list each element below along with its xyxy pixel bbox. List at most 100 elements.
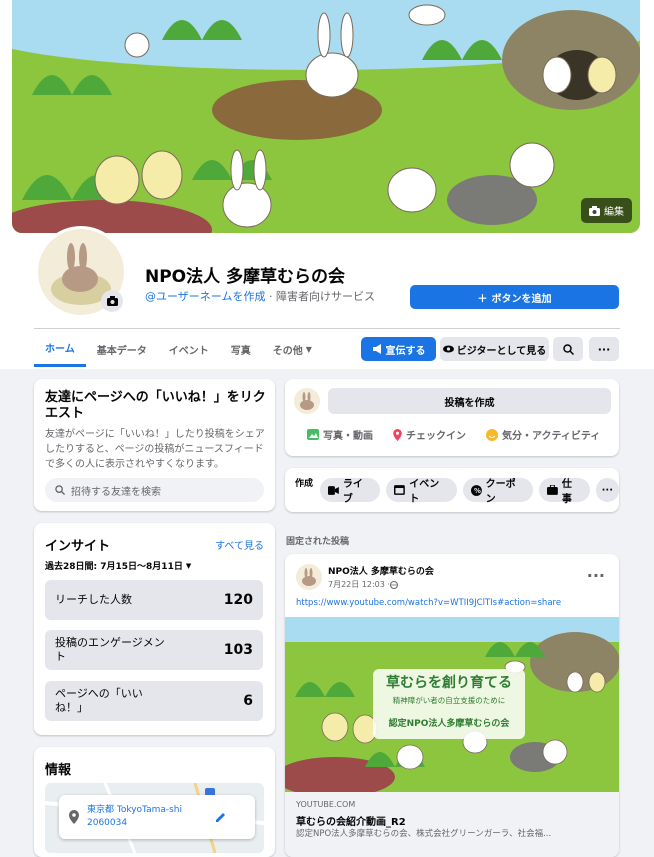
promote-label: 宣伝する bbox=[385, 345, 426, 357]
camera-icon bbox=[589, 205, 600, 216]
caret-down-icon: ▼ bbox=[185, 561, 192, 570]
cover-photo[interactable]: 編集 bbox=[12, 0, 640, 233]
video-thumbnail[interactable]: 草むらを創り育てる 精神障がい者の自立支援のために 認定NPO法人多摩草むらの会 bbox=[285, 617, 619, 792]
tab-more[interactable]: その他 ▼ bbox=[262, 331, 323, 367]
link-preview[interactable]: YOUTUBE.COM 草むらの会紹介動画_R2 認定NPO法人多摩草むらの会、… bbox=[285, 792, 619, 857]
briefcase-icon bbox=[547, 485, 558, 495]
post-timestamp[interactable]: 7月22日 12:03 · bbox=[328, 579, 390, 590]
location-pin-icon bbox=[69, 810, 79, 824]
address-text[interactable]: 東京都 TokyoTama-shi 2060034 bbox=[87, 804, 207, 830]
edit-cover-button[interactable]: 編集 bbox=[581, 198, 632, 223]
create-chips: ライブ イベント % クーポン 仕事 ··· bbox=[320, 478, 619, 505]
calendar-icon bbox=[394, 485, 406, 495]
more-create-chip[interactable]: ··· bbox=[595, 478, 619, 502]
page-title: NPO法人 多摩草むらの会 bbox=[145, 267, 346, 287]
create-bar-label: 作成 bbox=[295, 479, 314, 489]
location-pin-icon bbox=[393, 428, 402, 441]
stat-reach[interactable]: リーチした人数 120 bbox=[45, 580, 263, 620]
create-post-button[interactable]: 投稿を作成 bbox=[328, 388, 611, 414]
insights-card: インサイト すべて見る 過去28日間: 7月15日～8月11日 ▼ リーチした人数… bbox=[34, 523, 275, 735]
job-chip[interactable]: 仕事 bbox=[539, 478, 590, 505]
more-options-button[interactable]: ··· bbox=[589, 337, 619, 361]
add-button[interactable]: ＋ ボタンを追加 bbox=[410, 285, 619, 309]
camera-icon bbox=[106, 296, 118, 306]
chip-label: 仕事 bbox=[561, 479, 572, 505]
search-icon bbox=[55, 485, 65, 495]
photo-video-button[interactable]: 写真・動画 bbox=[307, 427, 373, 442]
tab-label: イベント bbox=[168, 345, 209, 357]
map[interactable]: 東京都 TokyoTama-shi 2060034 bbox=[45, 783, 264, 853]
video-title: 草むらを創り育てる bbox=[386, 675, 512, 691]
stat-value: 6 bbox=[243, 693, 253, 709]
post-link[interactable]: https://www.youtube.com/watch?v=WTII9JCl… bbox=[296, 598, 614, 608]
photo-video-label: 写真・動画 bbox=[323, 431, 373, 442]
svg-text:%: % bbox=[474, 486, 481, 494]
stat-likes[interactable]: ページへの「いいね！」 6 bbox=[45, 681, 263, 721]
post-author-name[interactable]: NPO法人 多摩草むらの会 bbox=[328, 564, 434, 577]
chip-label: ライブ bbox=[342, 479, 363, 505]
info-card: 情報 東京都 TokyoTama-shi 2060034 bbox=[34, 747, 275, 857]
tab-label: その他 bbox=[272, 345, 303, 357]
stat-engagement[interactable]: 投稿のエンゲージメント 103 bbox=[45, 630, 263, 670]
video-subtitle: 精神障がい者の自立支援のために bbox=[392, 696, 506, 705]
promote-button[interactable]: 宣伝する bbox=[361, 337, 436, 361]
coupon-chip[interactable]: % クーポン bbox=[462, 478, 534, 505]
feeling-activity-button[interactable]: 気分・アクティビティ bbox=[486, 427, 600, 442]
search-button[interactable] bbox=[553, 337, 583, 361]
tab-label: 写真 bbox=[230, 345, 251, 357]
stat-value: 103 bbox=[223, 642, 253, 658]
pinned-post: NPO法人 多摩草むらの会 7月22日 12:03 · ··· https://… bbox=[285, 554, 619, 857]
avatar-image bbox=[302, 568, 316, 586]
tab-label: ホーム bbox=[45, 344, 75, 355]
post-options-button[interactable]: ··· bbox=[587, 566, 605, 585]
header-divider bbox=[34, 328, 620, 329]
invite-description: 友達がページに「いいね！」したり投稿をシェアしたりすると、ページの投稿がニュース… bbox=[45, 429, 265, 470]
pencil-icon[interactable] bbox=[215, 811, 227, 823]
composer-actions: 写真・動画 チェックイン 気分・アクティビティ bbox=[307, 427, 600, 442]
post-author-avatar[interactable] bbox=[296, 564, 322, 590]
stat-label: リーチした人数 bbox=[55, 593, 132, 606]
create-bar: 作成 ライブ イベント % クーポン 仕事 ··· bbox=[285, 468, 619, 512]
invite-title: 友達にページへの「いいね！」をリクエスト bbox=[45, 390, 266, 421]
view-as-visitor-button[interactable]: ビジターとして見る bbox=[440, 337, 549, 361]
video-camera-icon bbox=[328, 485, 339, 495]
create-username-link[interactable]: @ユーザーネームを作成 bbox=[145, 290, 265, 303]
composer-avatar bbox=[294, 388, 320, 414]
page-tabs: ホーム 基本データ イベント 写真 その他 ▼ bbox=[34, 331, 323, 367]
post-composer: 投稿を作成 写真・動画 チェックイン 気分・アクティビティ bbox=[285, 379, 619, 456]
visitor-label: ビジターとして見る bbox=[456, 345, 547, 357]
address-popup[interactable]: 東京都 TokyoTama-shi 2060034 bbox=[59, 795, 255, 839]
change-avatar-button[interactable] bbox=[101, 290, 123, 312]
tab-home[interactable]: ホーム bbox=[34, 331, 86, 367]
chip-label: イベント bbox=[409, 479, 440, 505]
pinned-section-label: 固定された投稿 bbox=[286, 537, 350, 547]
insights-period: 過去28日間: 7月15日～8月11日 bbox=[45, 562, 183, 572]
edit-cover-label: 編集 bbox=[604, 207, 624, 218]
live-chip[interactable]: ライブ bbox=[320, 478, 381, 505]
insights-period-dropdown[interactable]: 過去28日間: 7月15日～8月11日 ▼ bbox=[45, 559, 192, 573]
tab-about[interactable]: 基本データ bbox=[86, 331, 158, 367]
checkin-button[interactable]: チェックイン bbox=[393, 427, 466, 442]
insights-title: インサイト bbox=[45, 539, 111, 554]
stat-label: ページへの「いいね！」 bbox=[55, 687, 143, 714]
stat-label: 投稿のエンゲージメント bbox=[55, 636, 165, 663]
event-chip[interactable]: イベント bbox=[386, 478, 457, 505]
plus-icon: ＋ bbox=[477, 293, 488, 305]
caret-down-icon: ▼ bbox=[305, 344, 312, 354]
coupon-icon: % bbox=[470, 484, 482, 496]
tab-label: 基本データ bbox=[96, 345, 147, 357]
page-category: · 障害者向けサービス bbox=[265, 290, 375, 303]
eye-icon bbox=[442, 345, 454, 353]
tab-events[interactable]: イベント bbox=[158, 331, 220, 367]
preview-description: 認定NPO法人多摩草むらの会、株式会社グリーンガーラ、社会福... bbox=[296, 829, 552, 839]
add-button-label: ボタンを追加 bbox=[491, 293, 552, 305]
video-overlay-text: 草むらを創り育てる 精神障がい者の自立支援のために 認定NPO法人多摩草むらの会 bbox=[373, 672, 525, 729]
insights-see-all-link[interactable]: すべて見る bbox=[215, 537, 264, 552]
post-meta: 7月22日 12:03 · bbox=[328, 579, 398, 590]
page-subline: @ユーザーネームを作成 · 障害者向けサービス bbox=[145, 288, 375, 304]
page-header: 編集 NPO法人 多摩草むらの会 @ユーザーネームを作成 · 障害者向けサービス… bbox=[0, 0, 654, 369]
search-icon bbox=[562, 343, 574, 355]
checkin-label: チェックイン bbox=[406, 431, 466, 442]
invite-search-input[interactable]: 招待する友達を検索 bbox=[45, 478, 264, 502]
tab-photos[interactable]: 写真 bbox=[220, 331, 262, 367]
